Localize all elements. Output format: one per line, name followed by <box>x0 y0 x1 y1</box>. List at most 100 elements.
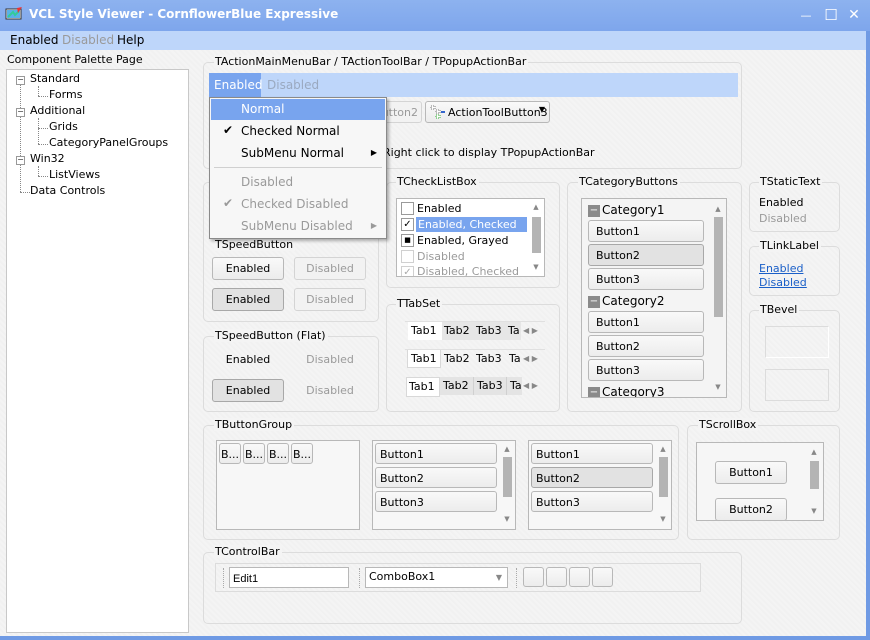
category-2-label[interactable]: Category2 <box>602 294 664 308</box>
tree-item-additional[interactable]: Additional <box>30 104 85 117</box>
tree-item-grids[interactable]: Grids <box>49 120 78 133</box>
list2-button-1[interactable]: Button1 <box>531 443 653 464</box>
speed-button-enabled[interactable]: Enabled <box>212 257 284 280</box>
popup-item-checked-normal[interactable]: ✔ Checked Normal <box>211 121 385 142</box>
scroll-box[interactable]: Button1 Button2 ▲ ▼ <box>696 442 824 521</box>
scroll-box-button-2[interactable]: Button2 <box>715 498 787 521</box>
band-grip[interactable] <box>516 568 517 588</box>
dropdown-arrow-icon[interactable]: ▼ <box>496 573 502 582</box>
vertical-scrollbar[interactable]: ▲ ▼ <box>711 199 725 397</box>
collapse-icon[interactable]: − <box>588 296 600 308</box>
check-list-box[interactable]: Enabled ✓ Enabled, Checked ■ Enabled, Gr… <box>396 198 545 277</box>
tree-item-standard[interactable]: Standard <box>30 72 80 85</box>
popup-item-checked-disabled[interactable]: ✔ Checked Disabled <box>211 194 385 215</box>
checkbox-unchecked[interactable] <box>401 202 414 215</box>
flat-button-enabled[interactable]: Enabled <box>212 353 284 366</box>
toolbar-button-1[interactable] <box>523 567 544 587</box>
scrollbar-thumb[interactable] <box>503 457 512 497</box>
category-1-label[interactable]: Category1 <box>602 203 664 217</box>
menu-help[interactable]: Help <box>117 33 144 47</box>
tab-2[interactable]: Tab2 <box>442 322 474 340</box>
tab-1[interactable]: Tab1 <box>407 350 441 368</box>
menu-disabled[interactable]: Disabled <box>62 33 114 47</box>
toolbar-button-2[interactable] <box>546 567 567 587</box>
check-item-enabled-checked[interactable]: Enabled, Checked <box>416 217 527 232</box>
scrollbar-thumb[interactable] <box>532 217 541 253</box>
toolbar-button-4[interactable] <box>592 567 613 587</box>
compact-button-4[interactable]: B... <box>291 443 313 464</box>
scroll-down-icon[interactable]: ▼ <box>502 515 512 523</box>
list2-button-3[interactable]: Button3 <box>531 491 653 512</box>
speed-button-enabled-down[interactable]: Enabled <box>212 288 284 311</box>
collapse-icon[interactable]: − <box>16 108 25 117</box>
compact-button-2[interactable]: B... <box>243 443 265 464</box>
category-buttons[interactable]: − Category1 Button1 Button2 Button3 − Ca… <box>581 198 727 398</box>
popup-item-submenu-normal[interactable]: SubMenu Normal ▶ <box>211 143 385 164</box>
collapse-icon[interactable]: − <box>588 387 600 397</box>
tree-item-forms[interactable]: Forms <box>49 88 82 101</box>
popup-item-disabled[interactable]: Disabled <box>211 172 385 193</box>
tab-1[interactable]: Tab1 <box>406 377 440 397</box>
checkbox-grayed[interactable]: ■ <box>401 234 414 247</box>
tab-2[interactable]: Tab2 <box>442 350 474 368</box>
category-1-button-1[interactable]: Button1 <box>588 220 704 242</box>
tab-3[interactable]: Tab3 <box>474 322 506 340</box>
vertical-scrollbar[interactable]: ▲ ▼ <box>529 199 543 276</box>
palette-tree[interactable]: − Standard Forms − Additional Grids Cate… <box>6 69 189 633</box>
list1-button-3[interactable]: Button3 <box>375 491 497 512</box>
action-menu-disabled[interactable]: Disabled <box>267 78 319 92</box>
tab-3[interactable]: Tab3 <box>473 377 506 395</box>
scroll-up-icon[interactable]: ▲ <box>809 448 819 456</box>
scroll-box-button-1[interactable]: Button1 <box>715 461 787 484</box>
scroll-down-icon[interactable]: ▼ <box>531 263 541 271</box>
category-3-label[interactable]: Category3 <box>602 385 664 397</box>
close-button[interactable]: ✕ <box>844 6 864 24</box>
tab-2[interactable]: Tab2 <box>440 377 473 395</box>
collapse-icon[interactable]: − <box>588 205 600 217</box>
scroll-down-icon[interactable]: ▼ <box>809 507 819 515</box>
action-menu-enabled[interactable]: Enabled <box>209 73 263 97</box>
scroll-up-icon[interactable]: ▲ <box>531 203 541 211</box>
tab-scroll-arrows-icon[interactable]: ◀ ▶ <box>523 350 545 368</box>
collapse-icon[interactable]: − <box>16 156 25 165</box>
tab-scroll-arrows-icon[interactable]: ◀ ▶ <box>523 377 545 395</box>
vertical-scrollbar[interactable]: ▲ ▼ <box>656 441 670 529</box>
vertical-scrollbar[interactable]: ▲ ▼ <box>500 441 514 529</box>
tab-3[interactable]: Tab3 <box>474 350 506 368</box>
edit-field[interactable] <box>229 567 349 588</box>
category-2-button-2[interactable]: Button2 <box>588 335 704 357</box>
speed-button-disabled[interactable]: Disabled <box>294 257 366 280</box>
action-tool-button-3[interactable]: ActionToolButton3 ▼ <box>425 101 550 123</box>
check-item-enabled[interactable]: Enabled <box>417 202 461 215</box>
popup-item-normal[interactable]: Normal <box>211 99 385 120</box>
scrollbar-thumb[interactable] <box>659 457 668 497</box>
scroll-down-icon[interactable]: ▼ <box>658 515 668 523</box>
checkbox-checked[interactable]: ✓ <box>401 218 414 231</box>
flat-button-enabled-down[interactable]: Enabled <box>212 379 284 402</box>
collapse-icon[interactable]: − <box>16 76 25 85</box>
compact-button-3[interactable]: B... <box>267 443 289 464</box>
minimize-button[interactable]: — <box>796 6 816 24</box>
category-1-button-3[interactable]: Button3 <box>588 268 704 290</box>
vertical-scrollbar[interactable]: ▲ ▼ <box>807 443 821 520</box>
band-grip[interactable] <box>359 568 360 588</box>
compact-button-1[interactable]: B... <box>219 443 241 464</box>
scroll-up-icon[interactable]: ▲ <box>713 205 723 213</box>
category-2-button-1[interactable]: Button1 <box>588 311 704 333</box>
popup-item-submenu-disabled[interactable]: SubMenu Disabled ▶ <box>211 216 385 237</box>
tab-1[interactable]: Tab1 <box>408 322 442 340</box>
link-disabled[interactable]: Disabled <box>759 276 807 289</box>
scroll-up-icon[interactable]: ▲ <box>658 445 668 453</box>
scroll-up-icon[interactable]: ▲ <box>502 445 512 453</box>
category-2-button-3[interactable]: Button3 <box>588 359 704 381</box>
category-1-button-2[interactable]: Button2 <box>588 244 704 266</box>
maximize-button[interactable]: ☐ <box>821 6 841 24</box>
combo-box[interactable]: ComboBox1 ▼ <box>365 567 508 588</box>
scroll-down-icon[interactable]: ▼ <box>713 383 723 391</box>
tab-4[interactable]: Ta <box>507 350 521 368</box>
tree-item-data-controls[interactable]: Data Controls <box>30 184 105 197</box>
tree-item-listviews[interactable]: ListViews <box>49 168 100 181</box>
toolbar-button-3[interactable] <box>569 567 590 587</box>
band-grip[interactable] <box>223 568 224 588</box>
tab-scroll-arrows-icon[interactable]: ◀ ▶ <box>523 322 545 340</box>
